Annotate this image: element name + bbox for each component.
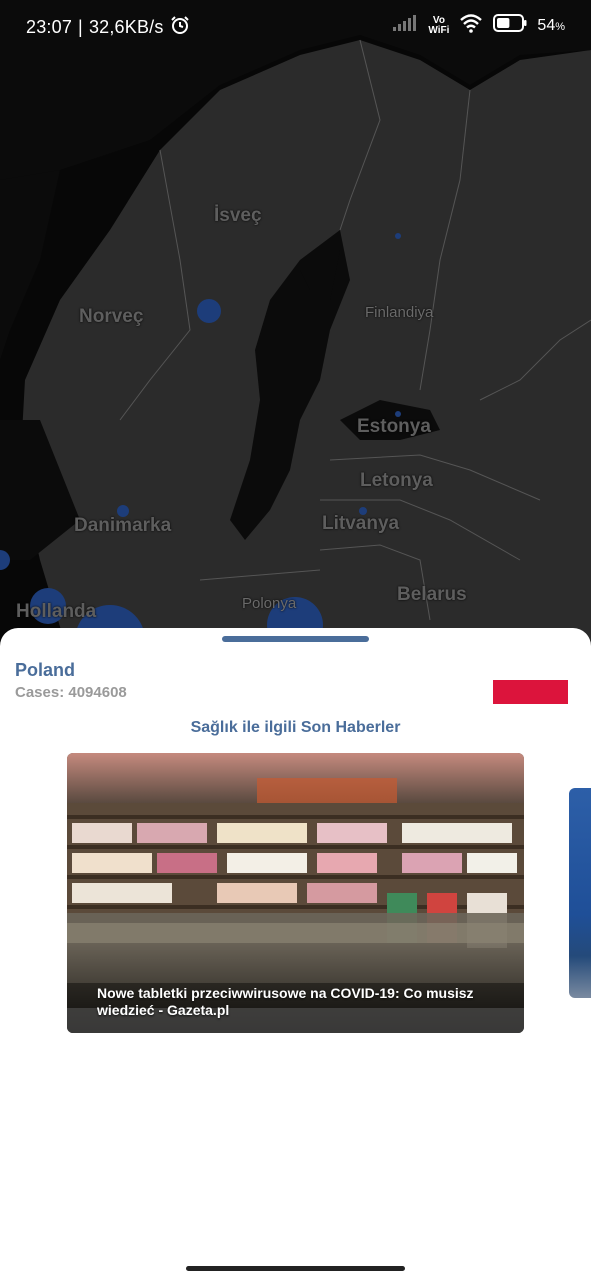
drag-handle[interactable] bbox=[222, 636, 369, 642]
map-label-poland: Polonya bbox=[242, 595, 297, 612]
vowifi-icon: Vo WiFi bbox=[428, 14, 450, 36]
news-card[interactable]: Nowe tabletki przeciwwirusowe na COVID-1… bbox=[67, 753, 524, 1033]
news-title-line1: Nowe tabletki przeciwwirusowe na COVID-1… bbox=[97, 985, 474, 1001]
map-label-sweden: İsveç bbox=[214, 205, 262, 226]
alarm-clock-icon bbox=[170, 15, 190, 40]
status-right: Vo WiFi 54% bbox=[392, 13, 565, 38]
map-label-estonia: Estonya bbox=[357, 416, 431, 437]
cellular-signal-icon bbox=[392, 14, 418, 37]
map-label-denmark: Danimarka bbox=[74, 515, 172, 536]
map-label-finland: Finlandiya bbox=[365, 304, 434, 321]
separator: | bbox=[78, 17, 83, 37]
battery-percent-sign: % bbox=[555, 20, 565, 33]
news-title: Nowe tabletki przeciwwirusowe na COVID-1… bbox=[97, 985, 507, 1019]
map-label-norway: Norveç bbox=[79, 306, 144, 327]
country-name: Poland bbox=[15, 660, 76, 680]
cases-count: Cases: 4094608 bbox=[15, 684, 127, 701]
case-marker[interactable] bbox=[395, 233, 401, 239]
case-marker[interactable] bbox=[197, 299, 221, 323]
map-label-latvia: Letonya bbox=[360, 470, 433, 491]
country-flag bbox=[493, 680, 568, 704]
wifi-icon bbox=[459, 13, 483, 38]
map-canvas[interactable] bbox=[0, 0, 591, 660]
news-section-heading: Sağlık ile ilgili Son Haberler bbox=[190, 719, 401, 736]
map-label-belarus: Belarus bbox=[397, 584, 467, 605]
network-speed: 32,6KB/s bbox=[88, 17, 164, 37]
status-bar: 23:07 | 32,6KB/s Vo WiFi 54% bbox=[0, 0, 591, 54]
next-news-card-peek[interactable] bbox=[569, 788, 591, 998]
country-bottom-sheet[interactable]: Poland Cases: 4094608 Sağlık ile ilgili … bbox=[0, 628, 591, 1280]
map-view[interactable]: İsveç Norveç Finlandiya Estonya Letonya … bbox=[0, 0, 591, 660]
battery-percent-value: 54 bbox=[537, 16, 556, 34]
map-label-lithuania: Litvanya bbox=[322, 513, 400, 534]
cases-label: Cases: bbox=[15, 684, 65, 701]
battery-percent: 54% bbox=[537, 17, 565, 35]
status-left: 23:07 | 32,6KB/s bbox=[26, 15, 190, 40]
clock: 23:07 bbox=[26, 17, 73, 37]
news-title-line2: wiedzieć - Gazeta.pl bbox=[97, 1002, 230, 1018]
vowifi-bottom: WiFi bbox=[428, 24, 450, 36]
cases-value: 4094608 bbox=[68, 684, 127, 701]
vowifi-top: Vo bbox=[432, 14, 445, 26]
battery-icon bbox=[493, 14, 527, 37]
home-indicator[interactable] bbox=[186, 1266, 405, 1271]
map-label-netherlands: Hollanda bbox=[16, 601, 97, 622]
